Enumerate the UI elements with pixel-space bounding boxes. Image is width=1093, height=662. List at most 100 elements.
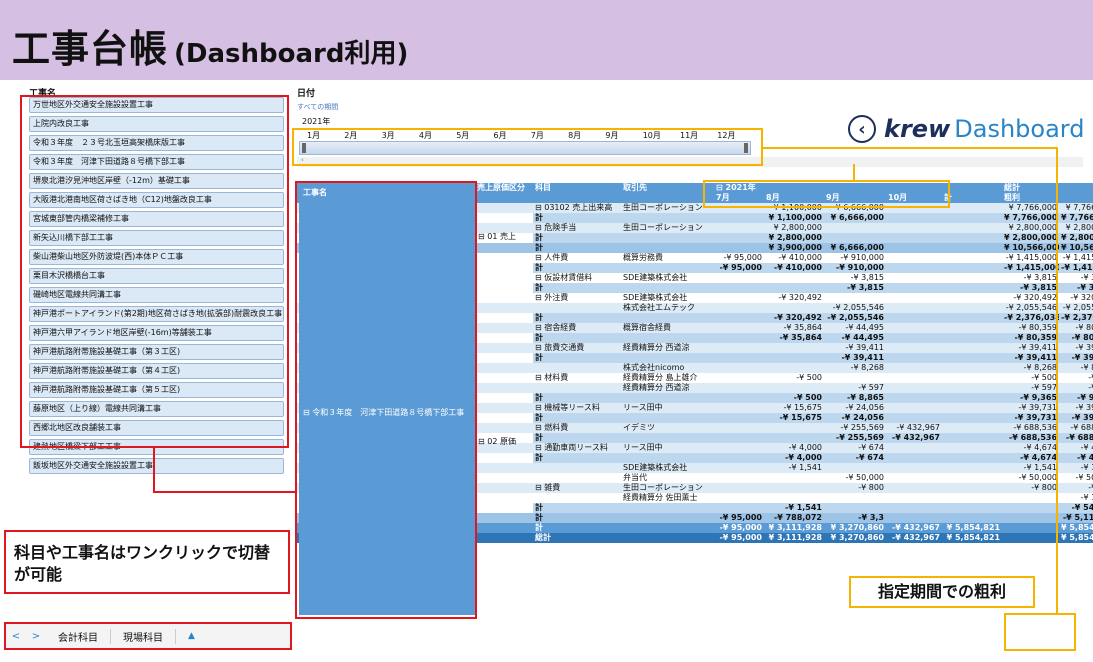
value-cell: -¥ 54,250 (1059, 503, 1093, 513)
category-cell (475, 213, 533, 223)
account-cell: 計 (533, 503, 621, 513)
value-cell (942, 383, 1003, 393)
account-cell: ⊟ 外注費 (535, 293, 569, 302)
value-cell (824, 503, 886, 513)
account-cell: 計 (533, 523, 621, 533)
partner-cell (621, 503, 714, 513)
category-cost[interactable]: ⊟ 02 原価 (478, 436, 516, 447)
col-partner-header[interactable]: 取引先 (621, 183, 714, 193)
partner-cell: リース田中 (621, 403, 714, 413)
value-cell: -¥ 688,536 (1002, 423, 1060, 433)
value-cell: -¥ 24,056 (824, 413, 886, 423)
account-cell: 計 (533, 433, 621, 443)
value-cell (886, 503, 942, 513)
value-cell: -¥ 39,411 (824, 343, 886, 353)
value-cell (714, 333, 764, 343)
account-cell: 計 (533, 263, 621, 273)
value-cell: -¥ 3,815 (1002, 283, 1060, 293)
account-cell: ⊟ 宿舎経費 (533, 323, 621, 333)
account-cell: 計 (533, 393, 621, 403)
value-cell (714, 403, 764, 413)
tab-expand-icon[interactable]: ▲ (188, 631, 195, 641)
partner-cell: 経費精算分 西道涼 (621, 343, 714, 353)
value-cell: ¥ 6,666,000 (824, 243, 886, 253)
account-cell: 計 (533, 233, 621, 243)
account-cell: ⊟ 材料費 (535, 373, 569, 382)
value-cell: -¥ 800 (824, 483, 886, 493)
value-cell: -¥ 15,675 (764, 403, 824, 413)
value-cell: -¥ 910,000 (824, 263, 886, 273)
krew-dashboard-logo: ‹ krew Dashboard (848, 114, 1084, 144)
partner-cell: 経費精算分 島上雄介 (623, 373, 698, 382)
value-cell (764, 433, 824, 443)
category-cell (475, 273, 533, 283)
category-cell (475, 243, 533, 253)
value-cell: -¥ 8,865 (824, 393, 886, 403)
value-cell (942, 483, 1003, 493)
value-cell (942, 493, 1002, 503)
tab-prev-icon[interactable]: < (6, 631, 26, 642)
account-cell: ⊟ 仮設材賃借料 (535, 273, 593, 282)
value-cell: -¥ 500 (764, 393, 824, 403)
value-cell: -¥ 800 (1002, 483, 1060, 493)
tab-next-icon[interactable]: > (26, 631, 46, 642)
value-cell: ¥ 2,800,000 (1059, 223, 1093, 233)
value-cell: -¥ 35,864 (764, 323, 824, 333)
connector-line (153, 491, 297, 493)
value-cell (942, 243, 1003, 253)
value-cell: -¥ 1,909 (1080, 493, 1093, 502)
category-cell (475, 363, 533, 373)
value-cell: ¥ 3,270,860 (824, 533, 886, 543)
value-cell: -¥ 39,731 (1059, 403, 1093, 413)
partner-cell (621, 213, 714, 223)
account-cell: 計 (533, 243, 621, 253)
partner-cell (621, 453, 714, 463)
value-cell (942, 313, 1003, 323)
value-cell: ¥ 7,766,000 (1002, 203, 1060, 213)
col-account-header[interactable]: 科目 (533, 183, 621, 193)
all-periods-link[interactable]: すべての期間 (297, 102, 338, 112)
value-cell (824, 493, 886, 503)
value-cell: -¥ 9,365 (1002, 393, 1060, 403)
account-cell: 総計 (533, 533, 621, 543)
value-cell: -¥ 3,3 (824, 513, 886, 523)
col-category-header[interactable]: 売上原価区分 (475, 183, 533, 193)
project-item[interactable]: 飯坂地区外交通安全施設設置工事 (29, 458, 284, 474)
value-cell: -¥ 39,411 (1059, 343, 1093, 353)
value-cell: ¥ 3,270,860 (824, 523, 886, 533)
value-cell (886, 253, 942, 263)
value-cell: -¥ 15,675 (764, 413, 824, 423)
value-cell: -¥ 320,492 (778, 293, 822, 302)
value-cell: -¥ 44,495 (824, 333, 886, 343)
category-cell (475, 503, 533, 513)
partner-cell (621, 333, 714, 343)
value-cell: -¥ 50,000 (1018, 473, 1058, 482)
partner-cell (621, 243, 714, 253)
project-column-highlight (295, 181, 477, 619)
account-cell: ⊟ 機械等リース料 (533, 403, 621, 413)
tab-site[interactable]: 現場科目 (111, 628, 176, 644)
partner-cell: 生田コーポレーション (621, 223, 714, 233)
value-cell: -¥ 688,536 (1059, 423, 1093, 433)
tab-accounting[interactable]: 会計科目 (46, 628, 111, 644)
value-cell: ¥ 10,566,000 (1002, 243, 1060, 253)
value-cell (714, 493, 764, 503)
value-cell (714, 273, 764, 283)
year-label: 2021年 (302, 117, 331, 126)
value-cell: -¥ 95,000 (723, 253, 762, 262)
connector-line (853, 164, 855, 180)
value-cell: ¥ 7,766,000 (1059, 203, 1093, 213)
account-cell: 計 (533, 333, 621, 343)
value-cell: -¥ 4,000 (764, 443, 824, 453)
value-cell (886, 483, 942, 493)
partner-cell (621, 353, 714, 363)
value-cell (942, 293, 1002, 303)
value-cell: -¥ 674 (824, 453, 886, 463)
value-cell (714, 413, 764, 423)
project-slicer-highlight (20, 95, 289, 448)
category-sales[interactable]: ⊟ 01 売上 (478, 231, 516, 242)
month-col-header[interactable]: 計 (942, 193, 1003, 203)
value-cell (942, 273, 1002, 283)
partner-cell: 株式会社nicomo (621, 363, 714, 373)
connector-line (1056, 147, 1058, 613)
